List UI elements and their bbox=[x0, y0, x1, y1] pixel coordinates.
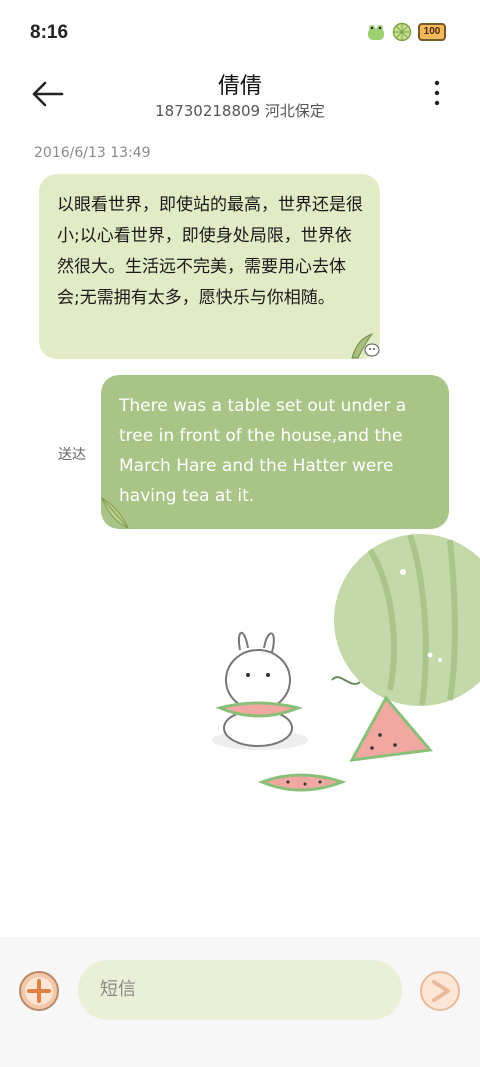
lime-icon bbox=[392, 22, 412, 42]
delivered-status: 送达 bbox=[58, 447, 86, 463]
outgoing-message-text: There was a table set out under a tree i… bbox=[119, 396, 407, 506]
incoming-message-bubble[interactable]: 以眼看世界，即使站的最高，世界还是很小;以心看世界，即使身处局限，世界依然很大。… bbox=[39, 174, 380, 359]
conversation-header: 倩倩 18730218809 河北保定 bbox=[0, 64, 480, 134]
add-attachment-icon[interactable] bbox=[18, 970, 60, 1012]
leaf-decoration-icon bbox=[101, 496, 129, 529]
sms-conversation-screen: 8:16 100 倩倩 18730218809 河北保定 2016/6/13 1… bbox=[0, 0, 480, 1067]
incoming-message-text: 以眼看世界，即使站的最高，世界还是很小;以心看世界，即使身处局限，世界依然很大。… bbox=[57, 195, 363, 308]
send-icon[interactable] bbox=[419, 970, 461, 1012]
leaf-rabbit-decoration-icon bbox=[351, 332, 380, 359]
watermelon-bunny-illustration bbox=[212, 534, 480, 792]
frog-icon bbox=[368, 25, 384, 40]
outgoing-message-bubble[interactable]: There was a table set out under a tree i… bbox=[101, 375, 449, 529]
contact-phone-location: 18730218809 河北保定 bbox=[155, 102, 325, 120]
status-bar: 8:16 100 bbox=[0, 0, 480, 64]
sms-input[interactable]: 短信 bbox=[78, 960, 402, 1020]
status-icons: 100 bbox=[366, 22, 446, 42]
status-time: 8:16 bbox=[30, 22, 69, 43]
contact-name: 倩倩 bbox=[217, 74, 262, 99]
more-options-icon[interactable] bbox=[430, 78, 444, 108]
message-timestamp: 2016/6/13 13:49 bbox=[34, 145, 151, 161]
message-composer: 短信 bbox=[0, 937, 480, 1067]
battery-icon: 100 bbox=[418, 23, 446, 41]
